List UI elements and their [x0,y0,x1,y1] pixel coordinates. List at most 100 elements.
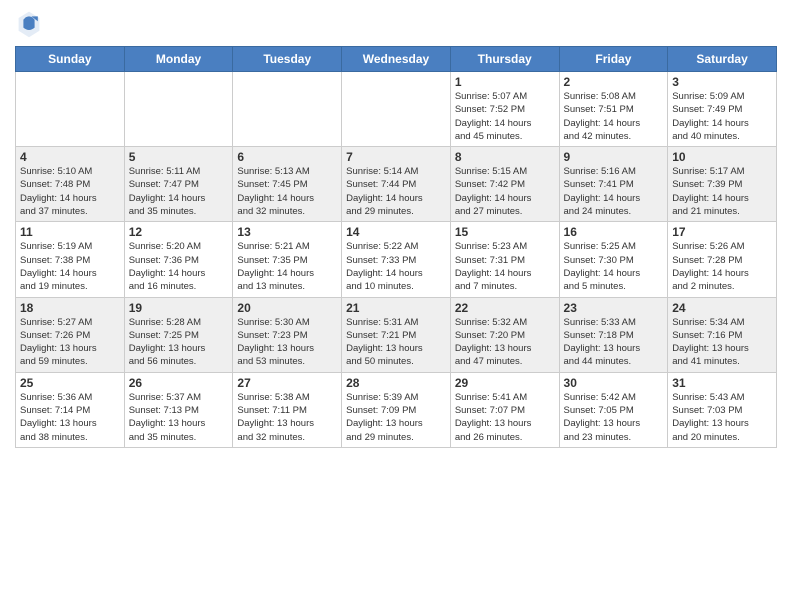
day-number: 8 [455,150,555,164]
day-info: Sunrise: 5:14 AMSunset: 7:44 PMDaylight:… [346,165,446,218]
calendar-week-row: 18Sunrise: 5:27 AMSunset: 7:26 PMDayligh… [16,297,777,372]
day-info: Sunrise: 5:23 AMSunset: 7:31 PMDaylight:… [455,240,555,293]
calendar-cell: 25Sunrise: 5:36 AMSunset: 7:14 PMDayligh… [16,372,125,447]
calendar-cell: 31Sunrise: 5:43 AMSunset: 7:03 PMDayligh… [668,372,777,447]
calendar-cell: 30Sunrise: 5:42 AMSunset: 7:05 PMDayligh… [559,372,668,447]
calendar-cell: 6Sunrise: 5:13 AMSunset: 7:45 PMDaylight… [233,147,342,222]
day-number: 18 [20,301,120,315]
weekday-header-sunday: Sunday [16,47,125,72]
calendar-cell: 14Sunrise: 5:22 AMSunset: 7:33 PMDayligh… [342,222,451,297]
day-number: 7 [346,150,446,164]
calendar-cell: 27Sunrise: 5:38 AMSunset: 7:11 PMDayligh… [233,372,342,447]
day-number: 9 [564,150,664,164]
calendar-week-row: 4Sunrise: 5:10 AMSunset: 7:48 PMDaylight… [16,147,777,222]
day-info: Sunrise: 5:26 AMSunset: 7:28 PMDaylight:… [672,240,772,293]
weekday-header-monday: Monday [124,47,233,72]
day-info: Sunrise: 5:39 AMSunset: 7:09 PMDaylight:… [346,391,446,444]
page: SundayMondayTuesdayWednesdayThursdayFrid… [0,0,792,612]
calendar-cell: 19Sunrise: 5:28 AMSunset: 7:25 PMDayligh… [124,297,233,372]
calendar-cell: 15Sunrise: 5:23 AMSunset: 7:31 PMDayligh… [450,222,559,297]
day-info: Sunrise: 5:42 AMSunset: 7:05 PMDaylight:… [564,391,664,444]
calendar-cell [233,72,342,147]
calendar-cell: 4Sunrise: 5:10 AMSunset: 7:48 PMDaylight… [16,147,125,222]
day-info: Sunrise: 5:41 AMSunset: 7:07 PMDaylight:… [455,391,555,444]
day-number: 28 [346,376,446,390]
weekday-header-row: SundayMondayTuesdayWednesdayThursdayFrid… [16,47,777,72]
day-number: 11 [20,225,120,239]
calendar-cell [16,72,125,147]
logo-icon [17,10,41,38]
day-number: 4 [20,150,120,164]
calendar-cell: 2Sunrise: 5:08 AMSunset: 7:51 PMDaylight… [559,72,668,147]
day-info: Sunrise: 5:22 AMSunset: 7:33 PMDaylight:… [346,240,446,293]
calendar-week-row: 25Sunrise: 5:36 AMSunset: 7:14 PMDayligh… [16,372,777,447]
calendar-cell: 8Sunrise: 5:15 AMSunset: 7:42 PMDaylight… [450,147,559,222]
day-number: 24 [672,301,772,315]
day-number: 17 [672,225,772,239]
day-number: 21 [346,301,446,315]
header [15,10,777,38]
calendar-cell: 17Sunrise: 5:26 AMSunset: 7:28 PMDayligh… [668,222,777,297]
day-number: 30 [564,376,664,390]
day-number: 19 [129,301,229,315]
day-number: 26 [129,376,229,390]
day-info: Sunrise: 5:15 AMSunset: 7:42 PMDaylight:… [455,165,555,218]
calendar-cell: 26Sunrise: 5:37 AMSunset: 7:13 PMDayligh… [124,372,233,447]
day-info: Sunrise: 5:30 AMSunset: 7:23 PMDaylight:… [237,316,337,369]
calendar-cell: 24Sunrise: 5:34 AMSunset: 7:16 PMDayligh… [668,297,777,372]
day-number: 22 [455,301,555,315]
day-info: Sunrise: 5:17 AMSunset: 7:39 PMDaylight:… [672,165,772,218]
day-number: 27 [237,376,337,390]
calendar-cell: 7Sunrise: 5:14 AMSunset: 7:44 PMDaylight… [342,147,451,222]
day-info: Sunrise: 5:13 AMSunset: 7:45 PMDaylight:… [237,165,337,218]
day-number: 5 [129,150,229,164]
calendar-table: SundayMondayTuesdayWednesdayThursdayFrid… [15,46,777,448]
calendar-cell: 18Sunrise: 5:27 AMSunset: 7:26 PMDayligh… [16,297,125,372]
weekday-header-saturday: Saturday [668,47,777,72]
day-number: 13 [237,225,337,239]
day-info: Sunrise: 5:09 AMSunset: 7:49 PMDaylight:… [672,90,772,143]
calendar-cell [124,72,233,147]
calendar-cell: 10Sunrise: 5:17 AMSunset: 7:39 PMDayligh… [668,147,777,222]
day-number: 25 [20,376,120,390]
day-number: 14 [346,225,446,239]
weekday-header-wednesday: Wednesday [342,47,451,72]
day-info: Sunrise: 5:10 AMSunset: 7:48 PMDaylight:… [20,165,120,218]
day-info: Sunrise: 5:20 AMSunset: 7:36 PMDaylight:… [129,240,229,293]
calendar-week-row: 11Sunrise: 5:19 AMSunset: 7:38 PMDayligh… [16,222,777,297]
day-info: Sunrise: 5:21 AMSunset: 7:35 PMDaylight:… [237,240,337,293]
day-number: 12 [129,225,229,239]
calendar-cell: 3Sunrise: 5:09 AMSunset: 7:49 PMDaylight… [668,72,777,147]
logo [15,10,41,38]
calendar-cell: 21Sunrise: 5:31 AMSunset: 7:21 PMDayligh… [342,297,451,372]
day-number: 3 [672,75,772,89]
day-info: Sunrise: 5:08 AMSunset: 7:51 PMDaylight:… [564,90,664,143]
day-info: Sunrise: 5:36 AMSunset: 7:14 PMDaylight:… [20,391,120,444]
day-info: Sunrise: 5:19 AMSunset: 7:38 PMDaylight:… [20,240,120,293]
calendar-cell: 23Sunrise: 5:33 AMSunset: 7:18 PMDayligh… [559,297,668,372]
day-info: Sunrise: 5:25 AMSunset: 7:30 PMDaylight:… [564,240,664,293]
day-info: Sunrise: 5:31 AMSunset: 7:21 PMDaylight:… [346,316,446,369]
day-info: Sunrise: 5:34 AMSunset: 7:16 PMDaylight:… [672,316,772,369]
day-info: Sunrise: 5:11 AMSunset: 7:47 PMDaylight:… [129,165,229,218]
day-info: Sunrise: 5:07 AMSunset: 7:52 PMDaylight:… [455,90,555,143]
day-info: Sunrise: 5:32 AMSunset: 7:20 PMDaylight:… [455,316,555,369]
calendar-cell: 13Sunrise: 5:21 AMSunset: 7:35 PMDayligh… [233,222,342,297]
day-info: Sunrise: 5:16 AMSunset: 7:41 PMDaylight:… [564,165,664,218]
calendar-cell: 29Sunrise: 5:41 AMSunset: 7:07 PMDayligh… [450,372,559,447]
day-number: 2 [564,75,664,89]
day-number: 10 [672,150,772,164]
day-number: 31 [672,376,772,390]
calendar-cell: 20Sunrise: 5:30 AMSunset: 7:23 PMDayligh… [233,297,342,372]
calendar-cell: 28Sunrise: 5:39 AMSunset: 7:09 PMDayligh… [342,372,451,447]
day-number: 23 [564,301,664,315]
calendar-cell: 11Sunrise: 5:19 AMSunset: 7:38 PMDayligh… [16,222,125,297]
day-number: 29 [455,376,555,390]
day-info: Sunrise: 5:38 AMSunset: 7:11 PMDaylight:… [237,391,337,444]
calendar-cell: 16Sunrise: 5:25 AMSunset: 7:30 PMDayligh… [559,222,668,297]
day-number: 15 [455,225,555,239]
day-number: 16 [564,225,664,239]
day-info: Sunrise: 5:27 AMSunset: 7:26 PMDaylight:… [20,316,120,369]
calendar-cell: 12Sunrise: 5:20 AMSunset: 7:36 PMDayligh… [124,222,233,297]
calendar-cell: 1Sunrise: 5:07 AMSunset: 7:52 PMDaylight… [450,72,559,147]
